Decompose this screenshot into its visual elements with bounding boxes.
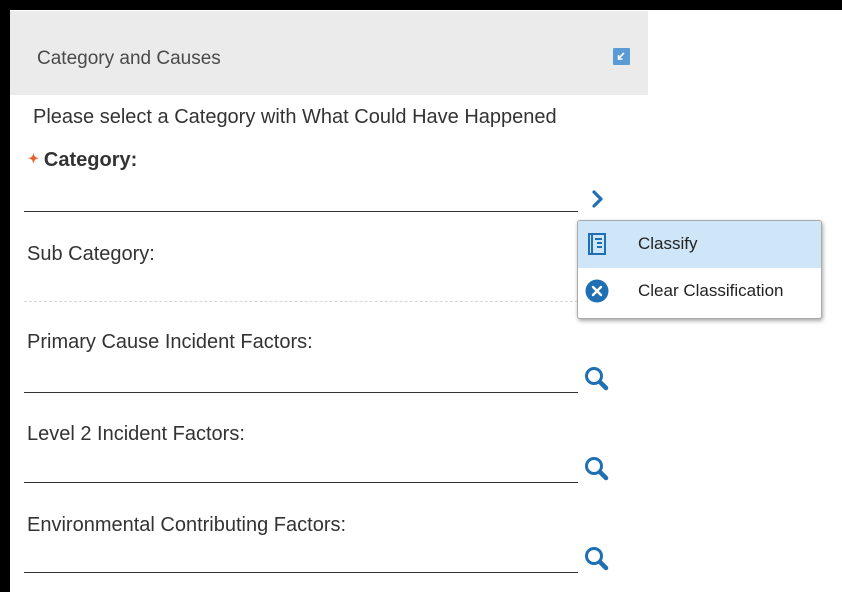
primary-cause-search-button[interactable] xyxy=(583,364,615,396)
primary-cause-field[interactable] xyxy=(24,392,578,393)
divider xyxy=(24,301,578,302)
category-select-button[interactable] xyxy=(590,189,606,209)
level2-label: Level 2 Incident Factors: xyxy=(27,423,245,445)
panel-header: Category and Causes xyxy=(10,11,648,95)
required-marker: ✦ xyxy=(28,151,39,166)
primary-cause-label: Primary Cause Incident Factors: xyxy=(27,331,313,353)
magnifier-icon xyxy=(583,457,615,490)
instruction-text: Please select a Category with What Could… xyxy=(33,106,557,128)
level2-field[interactable] xyxy=(24,482,578,483)
menu-item-classify-label: Classify xyxy=(638,234,698,253)
list-document-icon xyxy=(584,231,610,257)
panel-title: Category and Causes xyxy=(37,48,221,69)
sub-category-label: Sub Category: xyxy=(27,243,155,265)
category-field[interactable] xyxy=(24,211,578,212)
menu-item-clear-label: Clear Classification xyxy=(638,281,784,300)
environmental-field[interactable] xyxy=(24,572,578,573)
category-label-row: ✦ Category: xyxy=(28,149,137,172)
environmental-label: Environmental Contributing Factors: xyxy=(27,514,347,536)
collapse-button[interactable] xyxy=(613,48,630,65)
classify-context-menu: Classify Clear Classification xyxy=(577,220,822,319)
level2-search-button[interactable] xyxy=(583,454,615,486)
menu-item-clear-classification[interactable]: Clear Classification xyxy=(578,268,821,315)
category-label: Category: xyxy=(43,149,138,171)
chevron-right-icon xyxy=(590,190,606,213)
close-circle-icon xyxy=(584,278,610,304)
menu-item-classify[interactable]: Classify xyxy=(578,221,821,268)
magnifier-icon xyxy=(583,367,615,400)
environmental-search-button[interactable] xyxy=(583,544,615,576)
magnifier-icon xyxy=(583,547,615,580)
